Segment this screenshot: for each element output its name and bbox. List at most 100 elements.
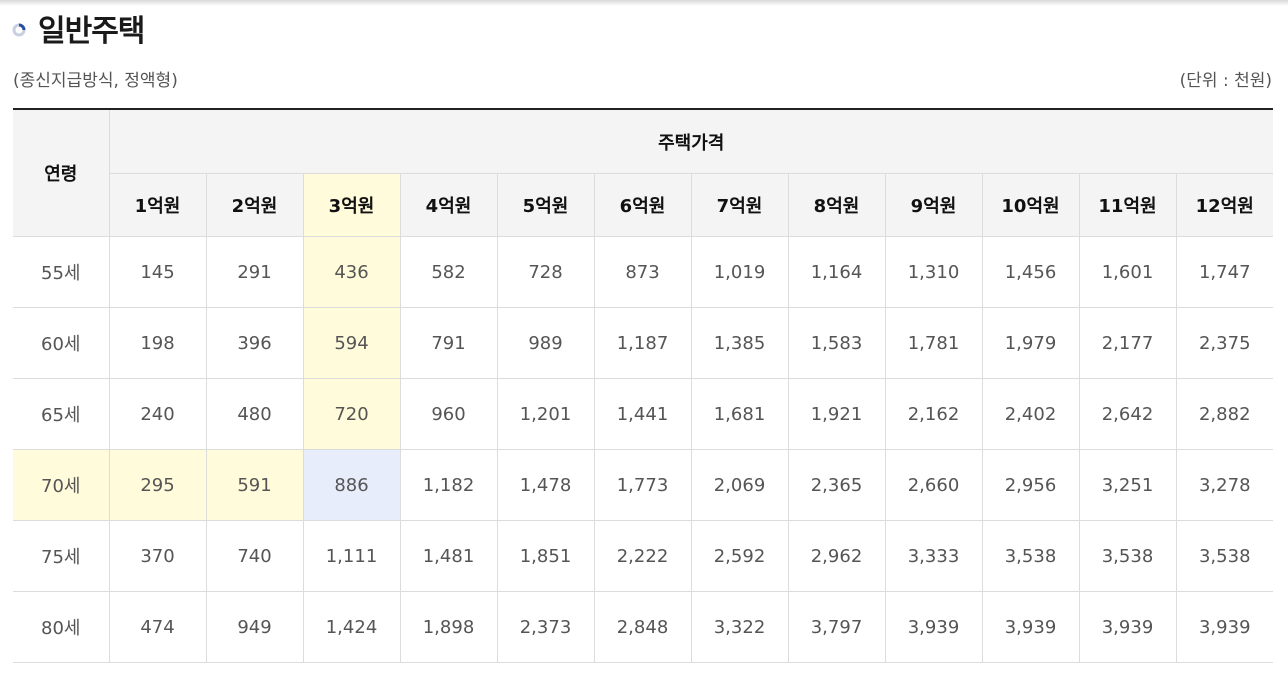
value-cell: 3,278 [1175,449,1273,521]
value-cell: 2,375 [1175,307,1273,379]
table-subtitle: (종신지급방식, 정액형) [13,71,178,91]
value-cell: 1,583 [787,307,886,379]
table-row: 75세 370 740 1,111 1,481 1,851 2,222 2,592 2,962 3… [13,520,1273,592]
value-cell: 474 [108,591,207,663]
price-column-header: 1억원 [109,173,207,237]
value-cell: 720 [302,378,401,450]
age-cell: 70세 [13,449,110,521]
pension-table: 연령 주택가격 1억원 2억원 3억원 4억원 5억원 6억원 7억원 8억원 9억원 10억원 1… [13,108,1273,663]
value-cell: 3,538 [1078,520,1177,592]
value-cell: 1,385 [690,307,789,379]
value-cell: 989 [496,307,595,379]
value-cell: 791 [399,307,498,379]
value-cell: 3,939 [884,591,983,663]
table-row: 80세 474 949 1,424 1,898 2,373 2,848 3,322 3,797 3… [13,591,1273,663]
table-row: 55세 145 291 436 582 728 873 1,019 1,164 1,310 1,45… [13,236,1273,308]
price-column-header: 11억원 [1078,173,1177,237]
age-cell: 65세 [13,378,110,450]
value-cell: 1,921 [787,378,886,450]
value-cell: 1,481 [399,520,498,592]
value-cell: 873 [593,236,692,308]
value-cell: 2,373 [496,591,595,663]
value-cell: 1,681 [690,378,789,450]
value-cell: 3,939 [1175,591,1273,663]
value-cell: 2,956 [981,449,1080,521]
value-cell: 3,939 [981,591,1080,663]
value-cell: 2,365 [787,449,886,521]
value-cell: 1,019 [690,236,789,308]
value-cell: 591 [205,449,304,521]
table-row: 60세 198 396 594 791 989 1,187 1,385 1,583 1,781 1,… [13,307,1273,379]
value-cell: 728 [496,236,595,308]
value-cell: 1,182 [399,449,498,521]
value-cell: 436 [302,236,401,308]
unit-label: (단위 : 천원) [1179,71,1272,91]
value-cell: 480 [205,378,304,450]
value-cell: 2,222 [593,520,692,592]
price-column-header: 9억원 [884,173,983,237]
value-cell: 2,848 [593,591,692,663]
value-cell: 1,164 [787,236,886,308]
price-column-header: 3억원 [302,173,401,237]
value-cell: 1,441 [593,378,692,450]
value-cell: 3,538 [1175,520,1273,592]
price-column-header: 2억원 [205,173,304,237]
top-shadow [0,0,1288,6]
value-cell: 3,333 [884,520,983,592]
value-cell: 2,069 [690,449,789,521]
value-cell: 740 [205,520,304,592]
value-cell: 1,898 [399,591,498,663]
value-cell: 1,601 [1078,236,1177,308]
value-cell: 1,781 [884,307,983,379]
value-cell: 886 [302,449,401,521]
value-cell: 1,456 [981,236,1080,308]
value-cell: 1,851 [496,520,595,592]
value-cell: 2,882 [1175,378,1273,450]
price-group-header: 주택가격 [108,108,1273,174]
value-cell: 1,747 [1175,236,1273,308]
value-cell: 370 [108,520,207,592]
value-cell: 2,642 [1078,378,1177,450]
value-cell: 2,592 [690,520,789,592]
value-cell: 582 [399,236,498,308]
age-cell: 75세 [13,520,110,592]
value-cell: 1,310 [884,236,983,308]
value-cell: 145 [108,236,207,308]
value-cell: 2,162 [884,378,983,450]
section-heading: 일반주택 [12,8,145,49]
value-cell: 1,424 [302,591,401,663]
price-column-header: 4억원 [399,173,498,237]
price-column-header: 7억원 [690,173,789,237]
value-cell: 3,322 [690,591,789,663]
value-cell: 1,979 [981,307,1080,379]
value-cell: 3,939 [1078,591,1177,663]
page-title: 일반주택 [38,14,145,49]
value-cell: 949 [205,591,304,663]
value-cell: 198 [108,307,207,379]
value-cell: 1,201 [496,378,595,450]
circle-bullet-icon [12,23,26,37]
price-column-header: 6억원 [593,173,692,237]
value-cell: 396 [205,307,304,379]
value-cell: 2,402 [981,378,1080,450]
value-cell: 1,187 [593,307,692,379]
age-column-header: 연령 [13,108,110,237]
age-cell: 55세 [13,236,110,308]
value-cell: 291 [205,236,304,308]
price-column-header: 5억원 [496,173,595,237]
value-cell: 1,773 [593,449,692,521]
value-cell: 240 [108,378,207,450]
value-cell: 2,660 [884,449,983,521]
value-cell: 2,962 [787,520,886,592]
value-cell: 295 [108,449,207,521]
value-cell: 3,538 [981,520,1080,592]
value-cell: 960 [399,378,498,450]
price-column-header: 10억원 [981,173,1080,237]
table-row: 65세 240 480 720 960 1,201 1,441 1,681 1,921 2,162… [13,378,1273,450]
value-cell: 3,797 [787,591,886,663]
value-cell: 594 [302,307,401,379]
value-cell: 1,478 [496,449,595,521]
price-column-header: 12억원 [1175,173,1273,237]
value-cell: 2,177 [1078,307,1177,379]
age-cell: 80세 [13,591,110,663]
